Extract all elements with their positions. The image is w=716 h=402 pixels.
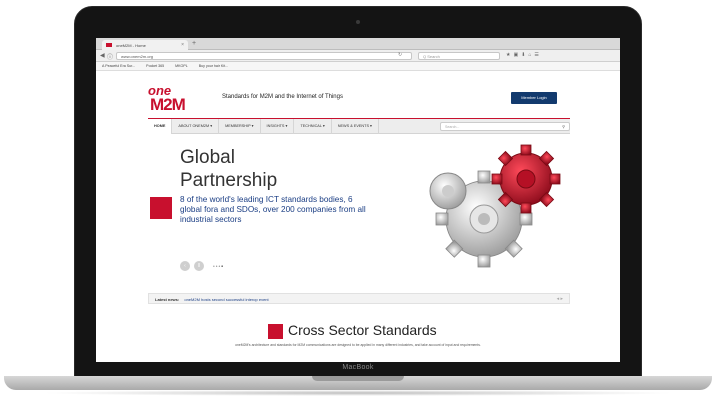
laptop-shadow	[40, 390, 676, 396]
device-brand-label: MacBook	[342, 364, 374, 371]
onem2m-logo[interactable]: one M2M	[148, 83, 210, 117]
red-gear	[491, 144, 561, 214]
stage: oneM2M - Home × + ◀ ⓘ www.onem2m.org ↻ Q…	[0, 0, 716, 402]
menu-item-technical[interactable]: TECHNICAL ▾	[294, 119, 332, 134]
main-menu: HOME ABOUT ONEM2M ▾ MEMBERSHIP ▾ INSIGHTS ▾…	[148, 118, 570, 134]
bookmarks-bar: A Peaceful Era Sur... Pocket 365 MKOPL B…	[96, 62, 620, 71]
site-search-input[interactable]: Search... ⚲	[440, 122, 570, 131]
website: one M2M Standards for M2M and the Intern…	[96, 71, 620, 362]
laptop-screen: oneM2M - Home × + ◀ ⓘ www.onem2m.org ↻ Q…	[96, 38, 620, 362]
hero-text: 8 of the world's leading ICT standards b…	[180, 195, 366, 224]
browser-search-input[interactable]: Q Search	[418, 52, 500, 60]
reload-icon[interactable]: ↻	[398, 52, 402, 58]
bookmark-item[interactable]: MKOPL	[175, 64, 188, 68]
section-title: Cross Sector Standards	[288, 322, 437, 338]
slider-prev-button[interactable]: ‹	[180, 261, 190, 271]
new-tab-button[interactable]: +	[192, 40, 196, 47]
member-login-button[interactable]: Member Login	[511, 92, 557, 104]
news-nav-icons[interactable]: ◂ ▸	[557, 296, 563, 302]
favicon-icon	[106, 43, 112, 47]
tab-title: oneM2M - Home	[116, 43, 146, 48]
bookmark-item[interactable]: Pocket 365	[146, 64, 164, 68]
info-icon[interactable]: ⓘ	[107, 52, 113, 61]
hero-red-square	[150, 197, 172, 219]
url-input[interactable]: www.onem2m.org	[116, 52, 412, 60]
site-tagline: Standards for M2M and the Internet of Th…	[222, 94, 343, 100]
camera-icon	[356, 20, 360, 24]
news-label: Latest news:	[155, 296, 180, 302]
section-red-square	[268, 324, 283, 339]
search-icon[interactable]: ⚲	[562, 124, 565, 129]
toolbar-icons[interactable]: ★▣⬇⌂☰	[506, 52, 542, 58]
hero-title: Global Partnership	[180, 147, 278, 191]
menu-item-membership[interactable]: MEMBERSHIP ▾	[219, 119, 261, 134]
back-icon[interactable]: ◀	[100, 52, 105, 59]
latest-news-bar: Latest news: oneM2M hosts second success…	[148, 293, 570, 304]
menu-item-insights[interactable]: INSIGHTS ▾	[261, 119, 295, 134]
laptop-notch	[312, 376, 404, 381]
section-subtitle: oneM2M's architecture and standards for …	[235, 343, 481, 347]
bookmark-item[interactable]: Buy your hair Kit...	[199, 64, 228, 68]
bookmark-item[interactable]: A Peaceful Era Sur...	[102, 64, 135, 68]
menu-item-about[interactable]: ABOUT ONEM2M ▾	[172, 119, 220, 134]
menu-item-news-events[interactable]: NEWS & EVENTS ▾	[332, 119, 379, 134]
browser-nav-bar: ◀ ⓘ www.onem2m.org ↻ Q Search ★▣⬇⌂☰	[96, 50, 620, 62]
slider-pause-button[interactable]: ‖	[194, 261, 204, 271]
news-link[interactable]: oneM2M hosts second successful interop e…	[184, 297, 268, 302]
grey-gear-small	[429, 172, 467, 210]
close-tab-icon[interactable]: ×	[181, 42, 184, 48]
slider-dots[interactable]: ••••	[213, 264, 224, 270]
browser-tab-bar: oneM2M - Home × +	[96, 38, 620, 50]
browser-tab[interactable]: oneM2M - Home ×	[102, 40, 188, 50]
menu-item-home[interactable]: HOME	[148, 119, 173, 134]
gears-illustration	[429, 144, 561, 268]
